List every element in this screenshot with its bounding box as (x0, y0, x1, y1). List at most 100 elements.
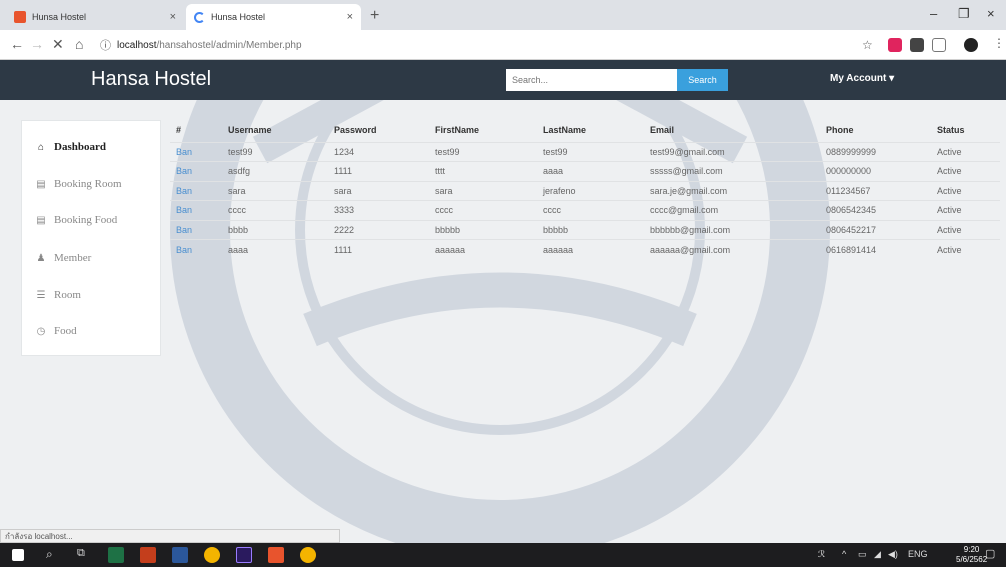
powerpoint-icon[interactable] (140, 547, 156, 563)
clock-time: 9:20 (963, 545, 980, 554)
browser-status-tooltip: กำลังรอ localhost... (0, 529, 340, 543)
hostel-favicon-icon (14, 11, 26, 23)
sidebar-item-room[interactable]: ☰ Room (34, 289, 81, 301)
ban-button[interactable]: Ban (176, 186, 192, 196)
column-header: Password (334, 124, 377, 135)
extension-pocket-icon[interactable] (888, 38, 902, 52)
cell-username: sara (222, 180, 328, 201)
menu-dots-icon[interactable]: ⋮ (993, 36, 1005, 50)
members-table: # Username Password FirstName LastName E… (170, 118, 1000, 259)
sidebar-item-member[interactable]: ♟ Member (34, 252, 92, 264)
extension-camera-icon[interactable] (932, 38, 946, 52)
cell-firstname: test99 (429, 141, 537, 162)
cell-password: 2222 (328, 219, 429, 240)
cell-status: Active (931, 180, 1000, 201)
cell-lastname: jerafeno (537, 180, 644, 201)
search-button[interactable]: Search (677, 69, 728, 91)
sidebar-item-food[interactable]: ◷ Food (34, 325, 77, 337)
language-indicator[interactable]: ENG (908, 549, 928, 559)
tab-close-icon[interactable]: × (347, 11, 353, 23)
table-row: Ban aaaa 1111 aaaaaa aaaaaa aaaaaa@gmail… (170, 239, 1000, 259)
column-header: FirstName (435, 124, 480, 135)
sidebar-item-booking-room[interactable]: ▤ Booking Room (34, 178, 122, 190)
chrome-active-icon[interactable] (300, 547, 316, 563)
browser-tab-1[interactable]: Hunsa Hostel × (6, 4, 184, 30)
sidebar-item-label: Food (54, 325, 77, 337)
menu-icon: ☰ (36, 289, 46, 301)
sidebar-item-dashboard[interactable]: ⌂ Dashboard (34, 141, 106, 153)
column-header: Status (937, 124, 965, 135)
cell-phone: 0616891414 (820, 239, 931, 259)
table-row: Ban sara sara sara jerafeno sara.je@gmai… (170, 180, 1000, 201)
chrome-icon[interactable] (204, 547, 220, 563)
sidebar-item-label: Booking Room (54, 178, 122, 190)
cell-firstname: bbbbb (429, 219, 537, 240)
ban-button[interactable]: Ban (176, 225, 192, 235)
tray-chevron-icon[interactable]: ^ (842, 549, 846, 559)
cell-firstname: tttt (429, 161, 537, 181)
extension-box-icon[interactable] (910, 38, 924, 52)
cell-status: Active (931, 141, 1000, 162)
browser-tab-2[interactable]: Hunsa Hostel × (186, 4, 361, 30)
cell-lastname: aaaaaa (537, 239, 644, 259)
clock-icon: ◷ (36, 325, 46, 337)
url-path: /hansahostel/admin/Member.php (156, 39, 302, 51)
app-header: Hansa Hostel Search My Account ▾ (0, 60, 1006, 100)
sidebar-item-booking-food[interactable]: ▤ Booking Food (34, 214, 117, 226)
profile-avatar[interactable] (964, 38, 978, 52)
ban-button[interactable]: Ban (176, 245, 192, 255)
tab-title: Hunsa Hostel (32, 12, 87, 22)
volume-icon[interactable]: ◀) (888, 549, 898, 560)
browser-tab-strip: Hunsa Hostel × Hunsa Hostel × + – ❐ × (0, 0, 1006, 30)
members-table-container: # Username Password FirstName LastName E… (170, 118, 1000, 259)
cell-firstname: sara (429, 180, 537, 201)
search-icon[interactable]: ⌕ (46, 547, 53, 562)
cell-email: aaaaaa@gmail.com (644, 239, 820, 259)
notification-icon[interactable]: ▢ (985, 547, 995, 560)
info-icon: ⓘ (100, 40, 111, 52)
stop-icon[interactable]: ✕ (52, 36, 64, 53)
premiere-icon[interactable] (236, 547, 252, 563)
sidebar: ⌂ Dashboard ▤ Booking Room ▤ Booking Foo… (21, 120, 161, 356)
search-input[interactable] (506, 69, 677, 91)
window-close-icon[interactable]: × (987, 6, 995, 21)
forward-arrow-icon[interactable]: → (30, 36, 44, 52)
tab-close-icon[interactable]: × (170, 11, 176, 23)
task-view-icon[interactable]: ⧉ (77, 547, 85, 560)
excel-icon[interactable] (108, 547, 124, 563)
loading-spinner-icon (194, 11, 205, 23)
minimize-icon[interactable]: – (930, 6, 937, 21)
ban-button[interactable]: Ban (176, 166, 192, 176)
tab-title: Hunsa Hostel (211, 12, 266, 22)
clock-date: 5/6/2562 (956, 555, 988, 564)
home-icon[interactable]: ⌂ (75, 36, 83, 52)
cell-lastname: test99 (537, 141, 644, 162)
ban-button[interactable]: Ban (176, 147, 192, 157)
cell-status: Active (931, 239, 1000, 259)
url-field[interactable]: ⓘ localhost/hansahostel/admin/Member.php (100, 35, 840, 55)
table-row: Ban cccc 3333 cccc cccc cccc@gmail.com 0… (170, 200, 1000, 220)
my-account-dropdown[interactable]: My Account ▾ (830, 73, 894, 84)
ban-button[interactable]: Ban (176, 205, 192, 215)
xampp-icon[interactable] (268, 547, 284, 563)
cell-phone: 000000000 (820, 161, 931, 181)
people-icon[interactable]: ℛ (818, 549, 825, 560)
battery-icon[interactable]: ▭ (858, 549, 867, 560)
brand-title[interactable]: Hansa Hostel (91, 68, 211, 91)
new-tab-button[interactable]: + (370, 7, 379, 25)
wifi-icon[interactable]: ◢ (874, 549, 881, 560)
cell-password: 3333 (328, 200, 429, 220)
cell-phone: 0806452217 (820, 219, 931, 240)
clock[interactable]: 9:20 5/6/2562 (956, 545, 987, 565)
sidebar-item-label: Booking Food (54, 214, 118, 226)
cell-firstname: aaaaaa (429, 239, 537, 259)
maximize-icon[interactable]: ❐ (958, 6, 970, 22)
word-icon[interactable] (172, 547, 188, 563)
windows-start-icon[interactable] (12, 549, 24, 561)
sidebar-item-label: Room (54, 289, 81, 301)
back-arrow-icon[interactable]: ← (10, 36, 24, 52)
bookmark-star-icon[interactable]: ☆ (862, 38, 873, 52)
cell-password: 1234 (328, 141, 429, 162)
cell-email: cccc@gmail.com (644, 200, 820, 220)
cell-lastname: bbbbb (537, 219, 644, 240)
